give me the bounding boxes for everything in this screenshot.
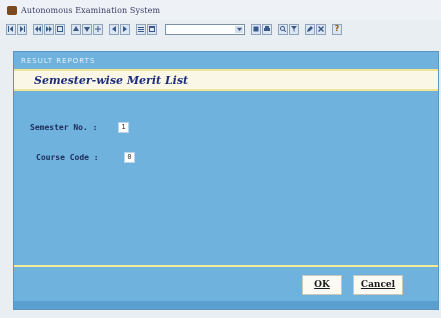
divider — [14, 265, 438, 267]
report-panel: RESULT REPORTS Semester-wise Merit List … — [14, 52, 438, 309]
window-icon[interactable] — [147, 23, 157, 35]
cancel-button[interactable]: Cancel — [353, 275, 403, 295]
help-icon[interactable]: ? — [332, 23, 342, 35]
insert-icon[interactable] — [93, 23, 103, 35]
toolbar: ? — [6, 21, 438, 37]
title-bar: Autonomous Examination System — [0, 0, 441, 20]
up-icon[interactable] — [71, 23, 81, 35]
report-title: Semester-wise Merit List — [34, 74, 189, 87]
app-logo-icon — [7, 5, 17, 15]
down-icon[interactable] — [82, 23, 92, 35]
last-record-icon[interactable] — [17, 23, 27, 35]
window-title: Autonomous Examination System — [21, 5, 161, 15]
previous-block-icon[interactable] — [33, 23, 43, 35]
semester-label: Semester No. : — [30, 123, 98, 132]
semester-input[interactable]: 1 — [118, 122, 129, 133]
section-header: RESULT REPORTS — [21, 57, 96, 65]
edit-icon[interactable] — [305, 23, 315, 35]
first-record-icon[interactable] — [6, 23, 16, 35]
course-code-label: Course Code : — [36, 153, 99, 162]
title-band: Semester-wise Merit List — [14, 69, 438, 91]
next-icon[interactable] — [120, 23, 130, 35]
previous-icon[interactable] — [109, 23, 119, 35]
delete-icon[interactable] — [316, 23, 326, 35]
panel-footer — [14, 301, 438, 309]
ok-button[interactable]: OK — [302, 275, 342, 295]
print-icon[interactable] — [262, 23, 272, 35]
record-combo-box[interactable] — [165, 23, 245, 35]
next-block-icon[interactable] — [44, 23, 54, 35]
search-icon[interactable] — [278, 23, 288, 35]
filter-icon[interactable] — [289, 23, 299, 35]
list-icon[interactable] — [136, 23, 146, 35]
chevron-down-icon[interactable] — [235, 25, 243, 33]
save-icon[interactable] — [251, 23, 261, 35]
grid-icon[interactable] — [55, 23, 65, 35]
course-code-input[interactable]: 0 — [124, 152, 135, 163]
